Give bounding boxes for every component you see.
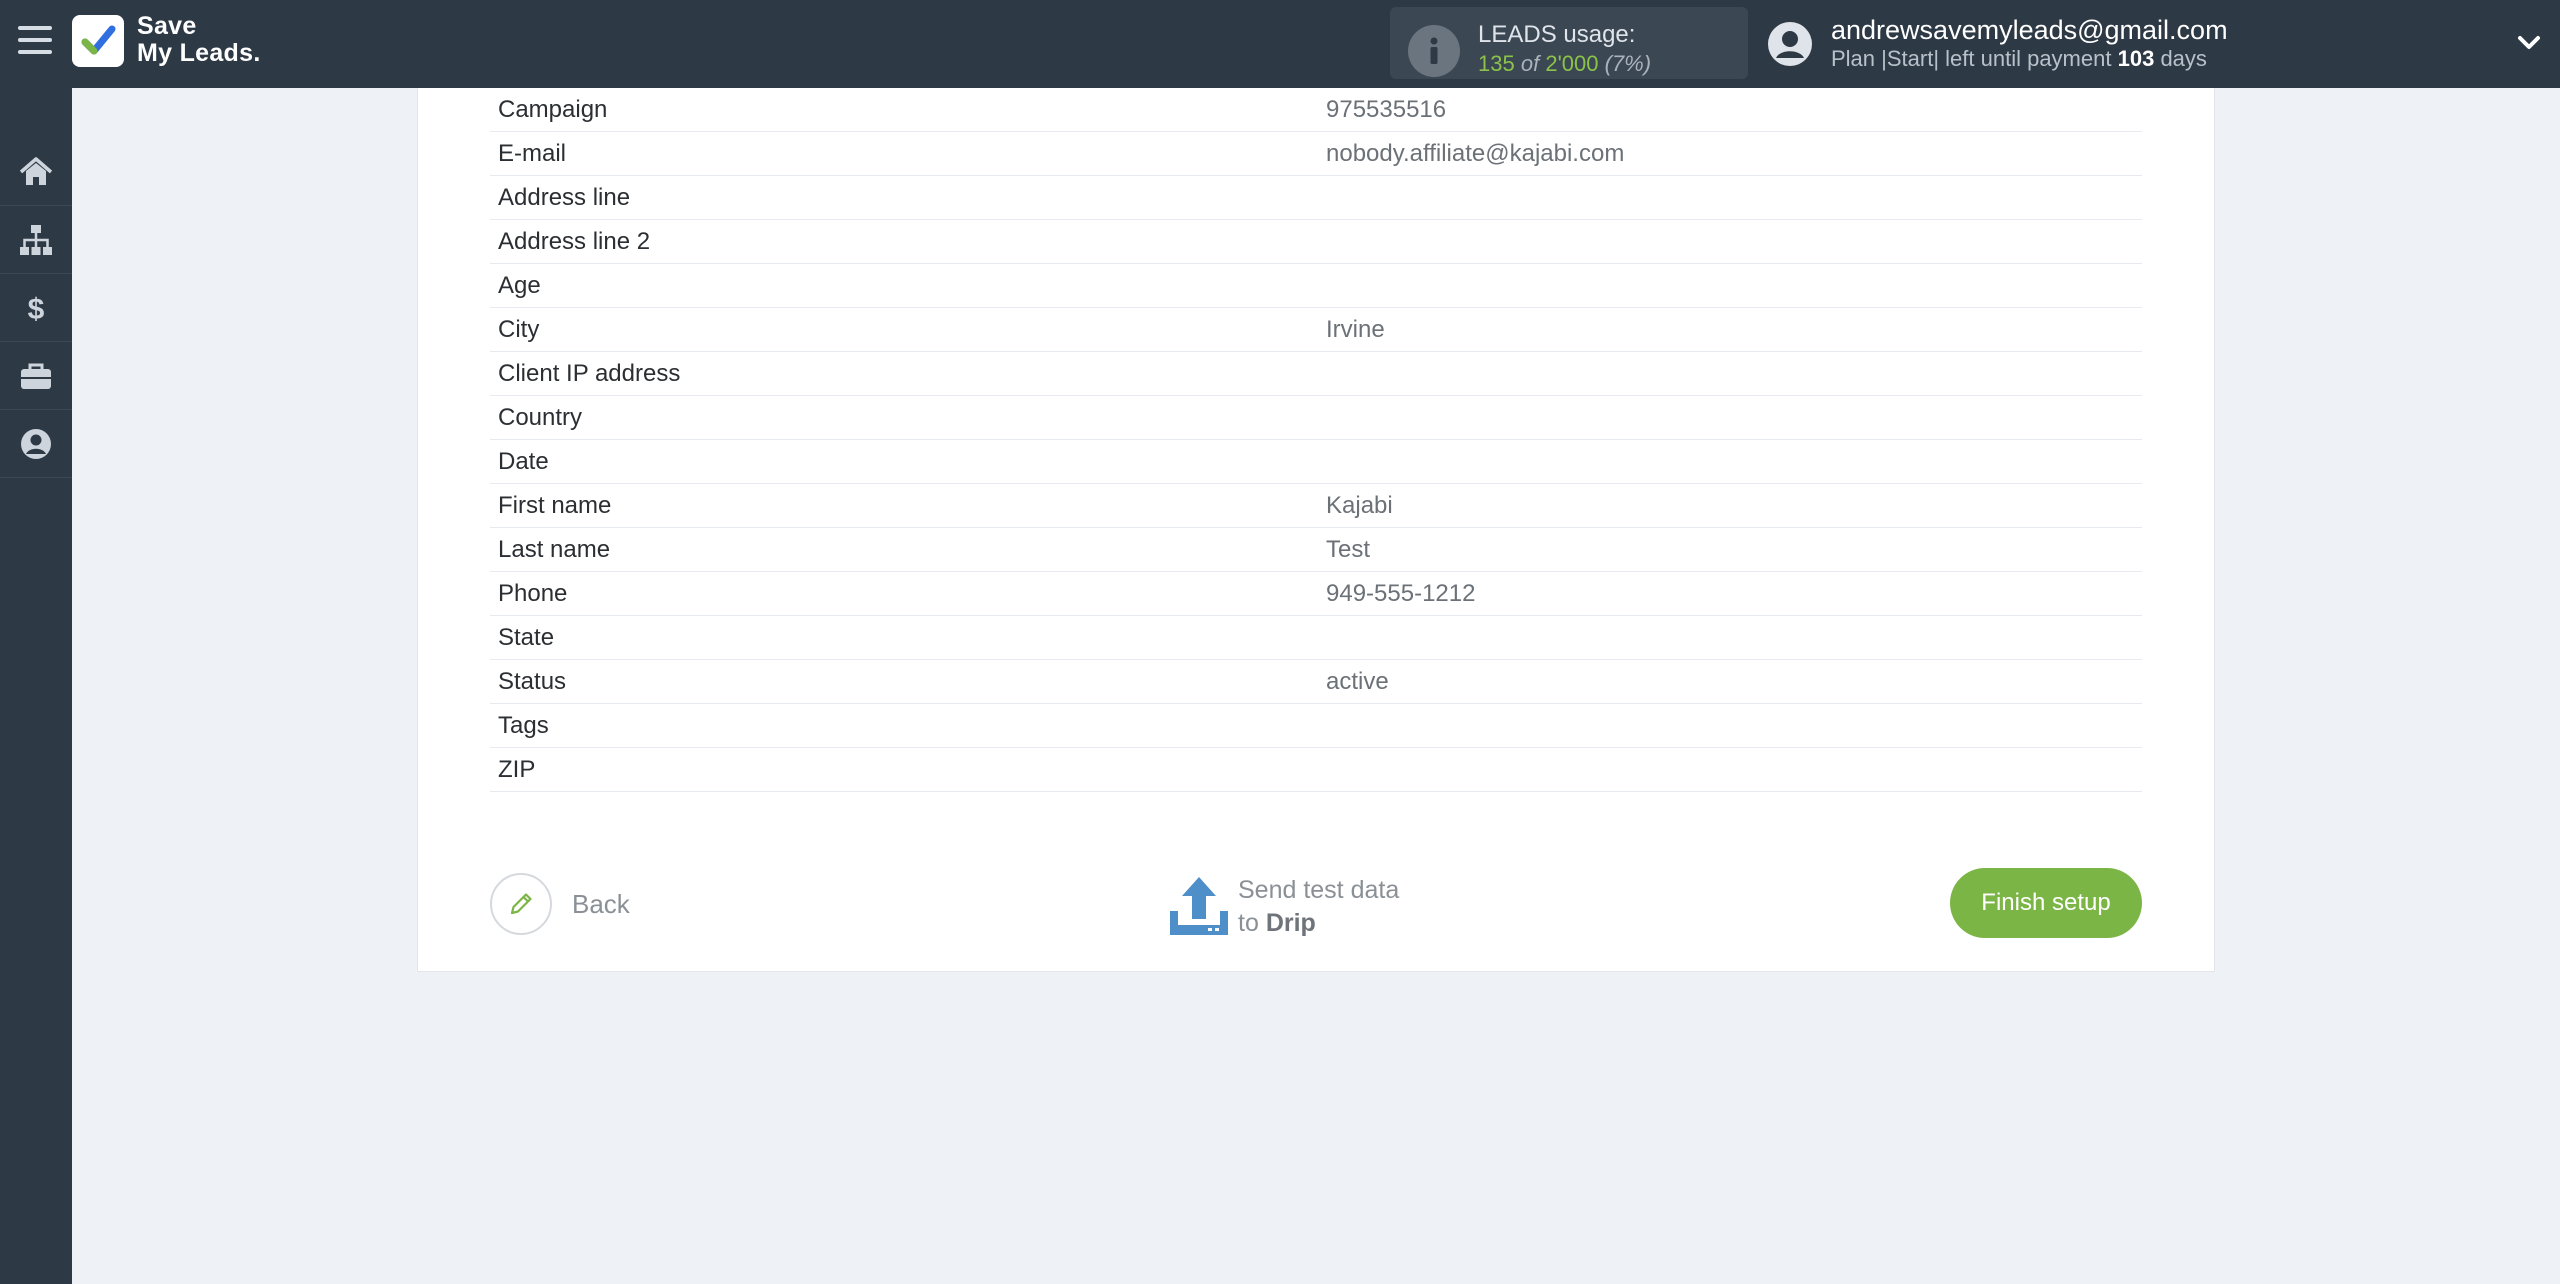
plan-days-count: 103 [2117,46,2155,71]
info-icon [1408,25,1460,77]
usage-percent: (7%) [1604,51,1652,76]
send-test-text: Send test data to Drip [1238,874,1399,940]
table-row: Address line [490,176,2142,220]
dollar-icon: $ [28,293,45,326]
field-name: City [498,316,540,343]
home-icon [19,156,53,185]
table-row: E-mail nobody.affiliate@kajabi.com [490,132,2142,176]
field-name: Campaign [498,96,608,123]
field-value: 975535516 [1326,96,1447,123]
field-name: Phone [498,580,568,607]
finish-setup-button[interactable]: Finish setup [1950,868,2142,938]
test-data-card: Campaign 975535516 E-mail nobody.affiliate@… [417,88,2215,972]
table-row: State [490,616,2142,660]
brand-line-1: Save [137,12,197,40]
account-plan: Plan |Start| left until payment 103 days [1831,46,2207,72]
table-row: Client IP address [490,352,2142,396]
sidebar-item-home[interactable] [0,138,72,206]
avatar-icon[interactable] [1766,20,1814,68]
usage-used: 135 [1478,51,1515,76]
field-value: Kajabi [1326,492,1393,519]
field-name: Address line 2 [498,228,651,255]
send-line-2: to Drip [1238,907,1399,940]
table-row: Address line 2 [490,220,2142,264]
sidebar-item-account[interactable] [0,410,72,478]
table-row: Country [490,396,2142,440]
field-value: Irvine [1326,316,1385,343]
fields-table: Campaign 975535516 E-mail nobody.affiliate@… [490,88,2142,792]
field-name: Status [498,668,567,695]
field-name: Client IP address [498,360,681,387]
plan-days-suffix: days [2160,46,2207,71]
sidebar-item-billing[interactable]: $ [0,274,72,342]
sitemap-icon [20,224,52,255]
sidebar-item-services[interactable] [0,342,72,410]
account-email[interactable]: andrewsavemyleads@gmail.com [1831,15,2228,46]
top-bar: Save My Leads. LEADS usage: 135 of 2'000… [0,0,2560,88]
send-to: to [1238,909,1259,937]
sidebar-item-connections[interactable] [0,206,72,274]
sidebar: $ [0,88,72,1284]
back-label: Back [572,888,630,919]
table-row: ZIP [490,748,2142,792]
table-row: Phone 949-555-1212 [490,572,2142,616]
plan-prefix: Plan |Start| left until payment [1831,46,2112,71]
usage-label: LEADS usage: [1478,21,1636,48]
send-test-data-button[interactable]: Send test data to Drip [1168,867,1399,947]
field-name: Country [498,404,583,431]
logo-icon[interactable] [72,15,124,67]
table-row: Campaign 975535516 [490,88,2142,132]
send-target: Drip [1265,909,1316,937]
brand-line-2: My Leads. [137,39,261,67]
field-name: E-mail [498,140,567,167]
table-row: Age [490,264,2142,308]
user-circle-icon [21,428,51,459]
field-name: Address line [498,184,631,211]
field-name: Last name [498,536,611,563]
field-value: Test [1326,536,1371,563]
field-value: nobody.affiliate@kajabi.com [1326,140,1625,167]
pencil-icon [490,873,552,935]
table-row: City Irvine [490,308,2142,352]
usage-of: of [1520,51,1540,76]
table-row: Tags [490,704,2142,748]
field-name: State [498,624,555,651]
field-value: 949-555-1212 [1326,580,1476,607]
send-line-1: Send test data [1238,876,1400,904]
briefcase-icon [21,363,51,389]
field-name: ZIP [498,756,536,783]
usage-value: 135 of 2'000 (7%) [1478,51,1651,77]
field-value: active [1326,668,1389,695]
field-name: Date [498,448,549,475]
brand-name[interactable]: Save My Leads. [137,13,261,67]
table-row: Date [490,440,2142,484]
table-row: First name Kajabi [490,484,2142,528]
field-name: First name [498,492,612,519]
chevron-down-icon[interactable] [2516,30,2542,56]
back-button[interactable]: Back [490,871,630,937]
menu-icon[interactable] [18,26,52,62]
table-row: Status active [490,660,2142,704]
svg-text:$: $ [28,293,45,326]
upload-icon [1170,877,1228,935]
table-row: Last name Test [490,528,2142,572]
field-name: Tags [498,712,549,739]
field-name: Age [498,272,541,299]
leads-usage-panel: LEADS usage: 135 of 2'000 (7%) [1390,7,1748,79]
usage-total: 2'000 [1545,51,1599,76]
